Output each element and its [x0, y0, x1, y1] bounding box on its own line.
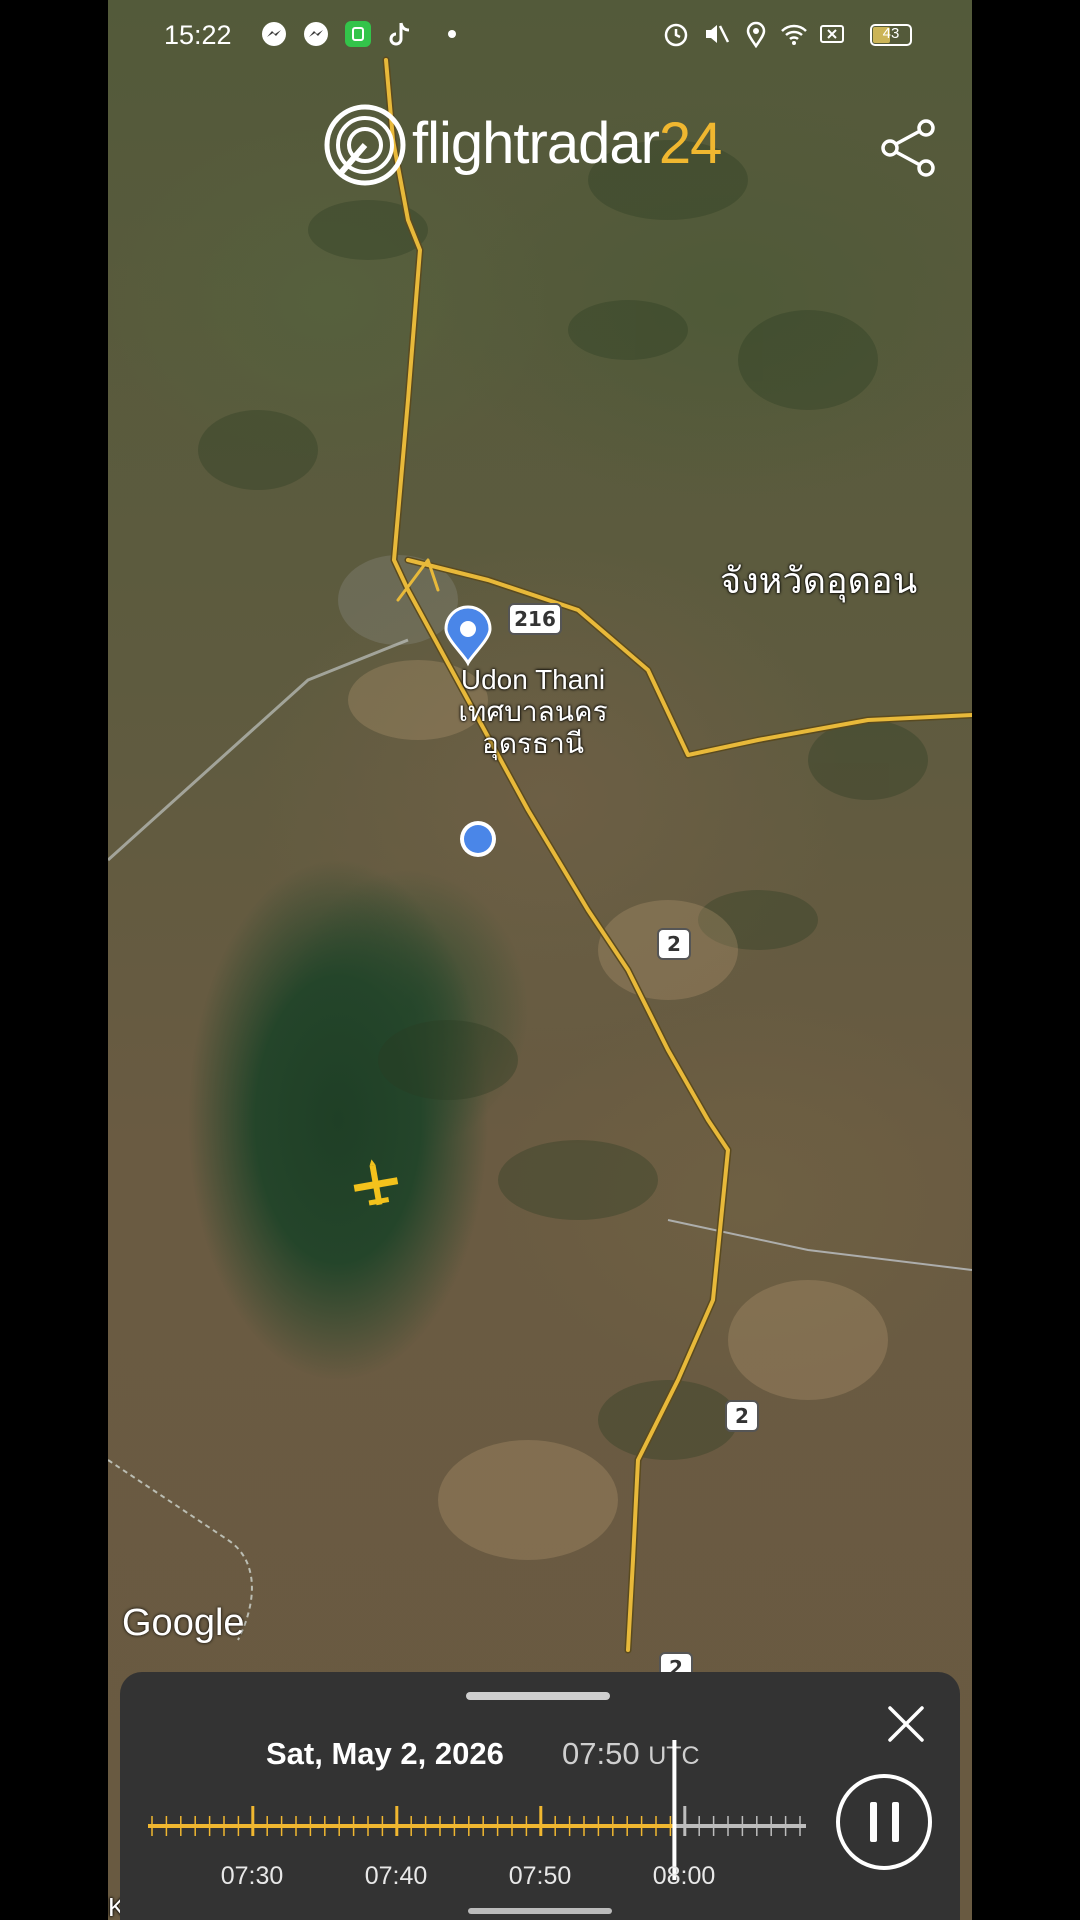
tiktok-icon: [389, 22, 410, 46]
alarm-icon: [664, 23, 688, 47]
city-name-th-2: อุดรธานี: [482, 728, 584, 759]
radar-logo-icon: [324, 104, 406, 186]
battery-level: 43: [882, 25, 900, 42]
panel-drag-handle[interactable]: [466, 1692, 610, 1700]
messenger-icon: [262, 22, 286, 46]
terrain-patches: [198, 140, 928, 1460]
minor-road: [108, 638, 409, 862]
region-label: จังหวัดอุดอน: [720, 560, 918, 601]
city-name-en: Udon Thani: [460, 664, 606, 695]
aircraft-icon[interactable]: [350, 1156, 401, 1209]
sim-off-icon: [820, 25, 844, 43]
road-shield-2: 2: [657, 928, 691, 960]
location-icon: [746, 21, 766, 48]
messenger-icon-2: [304, 22, 328, 46]
timeline-tick-label: 07:40: [364, 1862, 428, 1890]
pause-icon-bar: [892, 1802, 899, 1842]
wifi-icon: [781, 24, 807, 45]
google-attribution: Google: [122, 1602, 245, 1644]
logo-word: flightradar: [412, 111, 660, 176]
timeline-tick-label: 08:00: [652, 1862, 716, 1890]
dot-icon: [448, 30, 456, 38]
status-time: 15:22: [164, 20, 232, 50]
battery-icon: 43: [870, 24, 912, 46]
app-icon: [345, 21, 371, 47]
app-screen: 15:22 43 flightradar24 จังหวัดอุดอน Udon…: [108, 0, 972, 1920]
current-location-dot: [460, 821, 496, 857]
map-pin-icon[interactable]: [444, 605, 492, 667]
city-name-th-1: เทศบาลนคร: [458, 696, 608, 727]
city-label[interactable]: Udon Thani เทศบาลนคร อุดรธานี: [448, 664, 618, 760]
status-bar: 15:22 43: [108, 0, 972, 72]
mute-icon: [706, 25, 730, 43]
flightradar24-logo: flightradar24: [324, 104, 722, 194]
timeline-tick-label: 07:50: [508, 1862, 572, 1890]
logo-number: 24: [658, 111, 723, 176]
road-shield-216: 216: [508, 603, 562, 635]
pause-icon: [870, 1802, 877, 1842]
logo-text: flightradar24: [412, 110, 723, 177]
share-icon[interactable]: [876, 116, 940, 180]
road-shield-2: 2: [725, 1400, 759, 1432]
pause-button[interactable]: [836, 1774, 932, 1870]
timeline-ticks: [151, 1806, 801, 1836]
timeline-tick-label: 07:30: [220, 1862, 284, 1890]
home-indicator[interactable]: [468, 1908, 612, 1914]
